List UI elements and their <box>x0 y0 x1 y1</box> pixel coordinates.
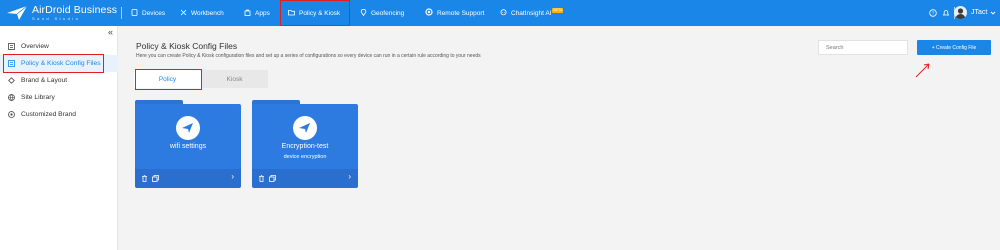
card-footer: › <box>252 169 358 188</box>
collapse-sidebar-icon[interactable]: « <box>108 28 113 37</box>
avatar[interactable] <box>954 6 967 19</box>
card-body: Encryption-test device encryption › <box>252 104 358 188</box>
svg-text:?: ? <box>932 11 935 16</box>
nav-remote-support-label: Remote Support <box>437 9 485 17</box>
sidebar-item-label: Site Library <box>21 94 55 101</box>
nav-chatinsight-ai[interactable]: ChatInsight AI BETA <box>500 0 564 26</box>
nav-workbench[interactable]: Workbench <box>180 0 224 26</box>
annotation-arrow-icon <box>915 63 930 78</box>
page-description: Here you can create Policy & Kiosk confi… <box>136 53 481 59</box>
location-icon <box>360 8 367 18</box>
nav-divider <box>121 7 122 19</box>
nav-chatinsight-ai-label: ChatInsight AI <box>511 9 552 17</box>
chevron-right-icon[interactable]: › <box>348 173 351 181</box>
page-title: Policy & Kiosk Config Files <box>136 41 238 51</box>
card-footer: › <box>135 169 241 188</box>
brand-name: AirDroid Business <box>32 4 118 17</box>
sidebar: « Overview Policy & Kiosk Config Files B… <box>0 26 118 250</box>
monitor-icon <box>131 8 138 18</box>
chevron-right-icon[interactable]: › <box>231 173 234 181</box>
card-name: wifi settings <box>169 143 207 150</box>
bag-icon <box>244 9 251 18</box>
support-icon <box>425 8 433 18</box>
folder-icon <box>288 9 295 18</box>
nav-apps-label: Apps <box>255 9 270 17</box>
sidebar-item-label: Brand & Layout <box>21 77 68 84</box>
card-subtitle: device encryption <box>283 154 327 160</box>
airdroid-logo[interactable]: AirDroid Business Sand Studio <box>6 3 117 23</box>
nav-remote-support[interactable]: Remote Support <box>425 0 484 26</box>
nav-policy-kiosk-label: Policy & Kiosk <box>299 9 341 17</box>
nav-devices[interactable]: Devices <box>131 0 165 26</box>
tab-kiosk[interactable]: Kiosk <box>201 70 268 88</box>
airdroid-logo-icon <box>7 5 28 20</box>
top-navigation-bar: AirDroid Business Sand Studio Devices Wo… <box>0 0 1000 26</box>
brand-subtitle: Sand Studio <box>32 15 81 21</box>
search-input[interactable] <box>818 40 908 55</box>
chat-icon <box>500 8 507 18</box>
card-name: Encryption-test <box>281 143 329 150</box>
settings-icon <box>8 111 15 118</box>
sidebar-item-label: Customized Brand <box>21 111 77 118</box>
delete-icon[interactable] <box>141 175 148 182</box>
user-name[interactable]: JTact <box>971 9 987 16</box>
sidebar-item-brand-layout[interactable]: Brand & Layout <box>0 72 118 89</box>
card-body: wifi settings › <box>135 104 241 188</box>
nav-geofencing-label: Geofencing <box>371 9 405 17</box>
overview-icon <box>8 43 15 50</box>
config-file-icon <box>176 116 200 140</box>
create-config-file-button[interactable]: + Create Config File <box>917 40 991 55</box>
annotation-highlight-box <box>3 54 104 73</box>
sidebar-item-site-library[interactable]: Site Library <box>0 89 118 106</box>
notification-icon[interactable] <box>942 9 950 17</box>
copy-icon[interactable] <box>152 175 159 182</box>
nav-policy-kiosk[interactable]: Policy & Kiosk <box>280 0 350 26</box>
chevron-down-icon[interactable] <box>990 10 996 16</box>
globe-icon <box>8 94 15 101</box>
tools-icon <box>180 9 187 18</box>
sidebar-item-customized-brand[interactable]: Customized Brand <box>0 106 118 123</box>
config-card[interactable]: wifi settings › <box>135 100 241 188</box>
config-file-icon <box>293 116 317 140</box>
config-card[interactable]: Encryption-test device encryption › <box>252 100 358 188</box>
main-content: Policy & Kiosk Config Files Here you can… <box>119 26 1000 250</box>
nav-geofencing[interactable]: Geofencing <box>360 0 404 26</box>
copy-icon[interactable] <box>269 175 276 182</box>
nav-devices-label: Devices <box>142 9 166 17</box>
beta-badge: BETA <box>552 8 564 13</box>
nav-apps[interactable]: Apps <box>244 0 270 26</box>
nav-workbench-label: Workbench <box>191 9 224 17</box>
help-icon[interactable]: ? <box>929 9 937 17</box>
sidebar-item-label: Overview <box>21 43 49 50</box>
annotation-highlight-box <box>135 69 202 90</box>
brand-icon <box>8 77 15 84</box>
delete-icon[interactable] <box>258 175 265 182</box>
sidebar-item-overview[interactable]: Overview <box>0 38 118 55</box>
